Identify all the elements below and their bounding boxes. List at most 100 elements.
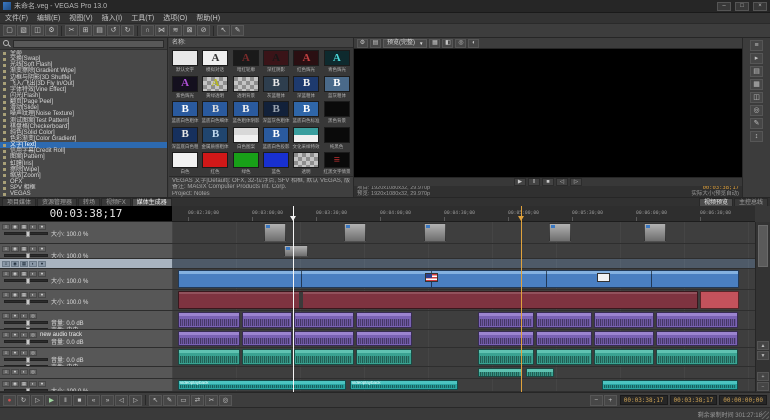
track-menu-icon[interactable]: ≡ xyxy=(2,246,10,252)
menu-item-3[interactable]: 视图(V) xyxy=(69,13,92,23)
timeline-event[interactable] xyxy=(656,312,738,328)
scroll-down-button[interactable]: ▼ xyxy=(757,351,769,360)
scrollbar-thumb[interactable] xyxy=(758,225,768,267)
preset-item[interactable]: B金属质感粗体 xyxy=(200,126,230,152)
track-header[interactable]: ≡◉▦◐●大小: 100.0 % xyxy=(0,379,172,392)
redo-button[interactable]: ↻ xyxy=(121,25,134,36)
timeline-event[interactable] xyxy=(526,368,554,377)
enable-snapping-button[interactable]: ∩ xyxy=(141,25,154,36)
timeline-event[interactable] xyxy=(536,349,592,365)
dock-tab-资源管理器[interactable]: 资源管理器 xyxy=(37,198,77,206)
zoom-out-time-button[interactable]: − xyxy=(590,395,603,406)
copy-frame-icon[interactable]: ◐ xyxy=(468,39,479,48)
preview-prev-frame-button[interactable]: ◁ xyxy=(556,178,568,186)
track-fader[interactable] xyxy=(4,340,48,343)
cut-button[interactable]: ✂ xyxy=(65,25,78,36)
solo-icon[interactable]: ◐ xyxy=(20,369,28,375)
preset-item[interactable]: A暗红轮廓 xyxy=(231,49,261,75)
mute-icon[interactable]: ● xyxy=(38,292,46,298)
solo-icon[interactable]: ◐ xyxy=(29,292,37,298)
lock-envelopes-button[interactable]: ⊠ xyxy=(183,25,196,36)
timeline-event[interactable] xyxy=(594,349,654,365)
dock-tab-媒体生成器[interactable]: 媒体生成器 xyxy=(132,198,172,206)
solo-icon[interactable]: ◐ xyxy=(20,313,28,319)
timeline-event[interactable] xyxy=(356,331,412,346)
timecode-display[interactable]: 00:03:38;17 xyxy=(0,206,172,222)
loop-playback-button[interactable]: ↻ xyxy=(17,395,30,406)
menu-item-2[interactable]: 编辑(E) xyxy=(37,13,60,23)
timeline-event[interactable] xyxy=(644,223,666,242)
timeline-event[interactable] xyxy=(478,349,534,365)
next-frame-button[interactable]: ▷ xyxy=(129,395,142,406)
preset-item[interactable]: 红色 xyxy=(200,151,230,176)
track-header[interactable]: ≡◉▦◐●大小: 100.0 % xyxy=(0,222,172,244)
fader-knob[interactable] xyxy=(26,339,30,345)
selection-timecode-3[interactable]: 00:00:00;00 xyxy=(719,395,767,405)
external-monitor-icon[interactable]: ▤ xyxy=(370,39,381,48)
timeline-lane[interactable] xyxy=(172,290,755,311)
grid-overlay-icon[interactable]: ▦ xyxy=(429,39,440,48)
arm-record-icon[interactable]: ● xyxy=(11,369,19,375)
mute-icon[interactable]: ● xyxy=(38,381,46,387)
track-header[interactable]: ≡◉▦◐●大小: 100.0 % xyxy=(0,269,172,290)
preset-item[interactable]: 默认文字 xyxy=(170,49,200,75)
timeline-lane[interactable] xyxy=(172,244,755,259)
expand-panel-icon[interactable]: ▸ xyxy=(750,53,763,64)
solo-icon[interactable]: ◐ xyxy=(29,381,37,387)
resize-panel-icon[interactable]: ↕ xyxy=(750,131,763,142)
normal-edit-tool[interactable]: ↖ xyxy=(149,395,162,406)
fader-knob[interactable] xyxy=(26,299,30,305)
marker-cap[interactable] xyxy=(518,216,524,221)
timeline-lane[interactable]: videoplaybackvideoplayback xyxy=(172,379,755,392)
track-menu-icon[interactable]: ≡ xyxy=(2,369,10,375)
track-header[interactable]: ≡◉▦◐● xyxy=(0,259,172,269)
timeline-event[interactable] xyxy=(294,349,354,365)
track-menu-icon[interactable]: ≡ xyxy=(2,271,10,277)
preset-item[interactable]: A深红阴影 xyxy=(261,49,291,75)
solo-icon[interactable]: ◐ xyxy=(29,224,37,230)
normal-edit-tool-button[interactable]: ↖ xyxy=(217,25,230,36)
timeline-event[interactable] xyxy=(178,349,240,365)
timeline-event[interactable] xyxy=(242,312,292,328)
dock-tab-转场[interactable]: 转场 xyxy=(78,198,100,206)
timeline-lane[interactable] xyxy=(172,330,755,348)
preset-item[interactable]: 白色 xyxy=(170,151,200,176)
play-from-start-button[interactable]: ▷ xyxy=(31,395,44,406)
minimize-button[interactable]: – xyxy=(717,2,731,11)
track-menu-icon[interactable]: ≡ xyxy=(2,224,10,230)
copy-button[interactable]: ⊞ xyxy=(79,25,92,36)
track-header[interactable]: ≡●◐◎ xyxy=(0,367,172,379)
dock-tab-视频FX[interactable]: 视频FX xyxy=(101,198,131,206)
menu-item-5[interactable]: 工具(T) xyxy=(131,13,154,23)
envelope-edit-tool-button[interactable]: ✎ xyxy=(231,25,244,36)
timeline-event[interactable] xyxy=(536,331,592,346)
timeline-event[interactable] xyxy=(242,349,292,365)
selection-timecode-1[interactable]: 00:03:38;17 xyxy=(620,395,668,405)
timeline-event[interactable] xyxy=(356,349,412,365)
fader-knob[interactable] xyxy=(26,357,30,363)
mute-icon[interactable]: ◎ xyxy=(29,332,37,338)
timeline-lane[interactable] xyxy=(172,367,755,379)
track-header[interactable]: ≡◉▦◐●大小: 100.0 % xyxy=(0,244,172,259)
search-input[interactable] xyxy=(13,40,164,48)
preview-quality-dropdown[interactable]: 预览(完整) ▼ xyxy=(383,39,427,48)
preset-item[interactable]: B蓝底白色投影 xyxy=(261,126,291,152)
previous-frame-button[interactable]: ◁ xyxy=(115,395,128,406)
track-motion-icon[interactable]: ▦ xyxy=(20,381,28,387)
go-to-end-button[interactable]: » xyxy=(101,395,114,406)
timeline-event[interactable] xyxy=(178,291,698,309)
timeline-event[interactable] xyxy=(356,312,412,328)
preset-item[interactable]: A紫色辉光 xyxy=(170,75,200,101)
new-project-button[interactable]: ▢ xyxy=(3,25,16,36)
track-fader[interactable] xyxy=(4,321,48,324)
preset-item[interactable]: ≡红黑文字情景 xyxy=(322,151,352,176)
track-header[interactable]: ≡●◐◎new audio track音量: 0.0 dB xyxy=(0,330,172,348)
track-header[interactable]: ≡◉▦◐●大小: 100.0 % xyxy=(0,290,172,311)
track-menu-icon[interactable]: ≡ xyxy=(2,313,10,319)
preset-item[interactable]: B蓝底白色粗体 xyxy=(170,100,200,126)
solo-icon[interactable]: ◐ xyxy=(20,332,28,338)
zoom-edit-tool[interactable]: ◎ xyxy=(219,395,232,406)
preset-item[interactable]: A红色辉光 xyxy=(291,49,321,75)
track-menu-icon[interactable]: ≡ xyxy=(2,332,10,338)
ignore-event-grouping-button[interactable]: ⊘ xyxy=(197,25,210,36)
